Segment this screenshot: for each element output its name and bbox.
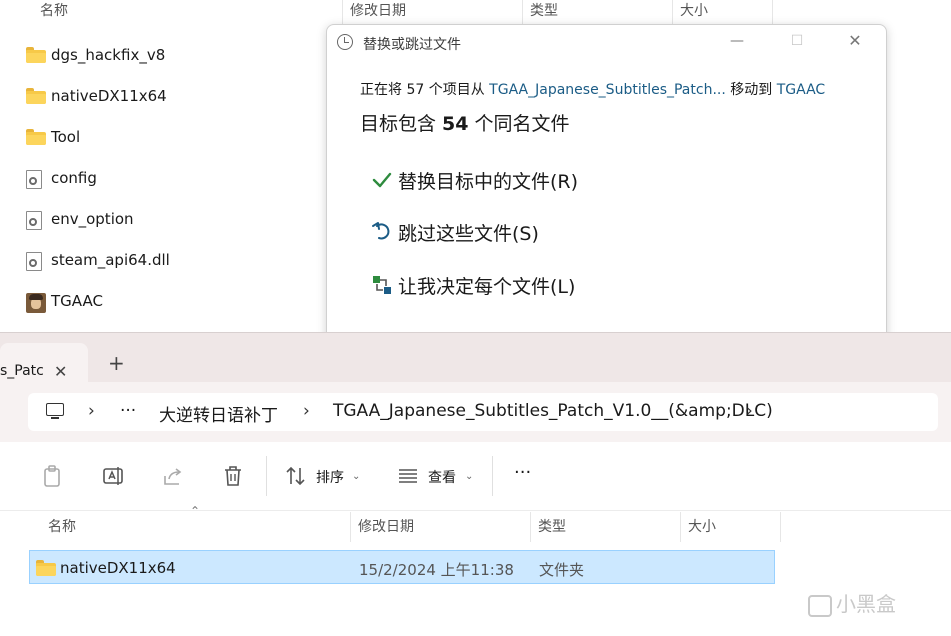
navigation-bar: › ··· 大逆转日语补丁 › TGAA_Japanese_Subtitles_… xyxy=(0,382,951,442)
conflict-count: 54 xyxy=(442,113,469,135)
column-divider[interactable] xyxy=(680,512,681,542)
settings-file-icon xyxy=(26,211,46,230)
folder-icon xyxy=(26,129,46,147)
column-divider[interactable] xyxy=(772,0,773,26)
computer-icon[interactable] xyxy=(46,403,64,419)
compare-files-icon xyxy=(373,276,391,294)
column-header-size[interactable]: 大小 xyxy=(680,0,708,26)
decide-each-file-option[interactable]: 让我决定每个文件(L) xyxy=(371,272,611,302)
app-avatar-icon xyxy=(26,293,46,313)
command-bar: 排序 ⌄ 查看 ⌄ ··· xyxy=(0,442,951,511)
minimize-button[interactable]: — xyxy=(727,31,747,51)
file-list-item[interactable]: steam_api64.dll xyxy=(0,244,320,280)
file-name: TGAAC xyxy=(51,292,103,310)
file-list-item[interactable]: dgs_hackfix_v8 xyxy=(0,39,320,75)
column-header-date[interactable]: 修改日期 xyxy=(358,516,414,536)
tab-close-icon[interactable]: ✕ xyxy=(54,362,67,381)
status-middle: 移动到 xyxy=(725,82,777,98)
rename-icon[interactable] xyxy=(101,464,125,488)
dialog-title: 替换或跳过文件 xyxy=(363,37,461,53)
row-name: nativeDX11x64 xyxy=(60,559,176,577)
sort-icon[interactable] xyxy=(284,464,308,488)
column-header-size[interactable]: 大小 xyxy=(688,516,716,536)
logo-icon xyxy=(808,594,832,617)
conflict-summary: 目标包含 54 个同名文件 xyxy=(360,109,570,136)
sort-up-icon: ⌃ xyxy=(180,0,191,8)
replace-files-option[interactable]: 替换目标中的文件(R) xyxy=(371,167,611,197)
folder-icon xyxy=(36,560,56,576)
skip-files-option[interactable]: 跳过这些文件(S) xyxy=(371,219,571,249)
replace-or-skip-dialog: 替换或跳过文件 — ☐ ✕ 正在将 57 个项目从 TGAA_Japanese_… xyxy=(326,24,887,346)
skip-option-label: 跳过这些文件(S) xyxy=(398,223,539,245)
watermark: 小黑盒 xyxy=(808,588,896,617)
delete-icon[interactable] xyxy=(221,464,245,488)
close-button[interactable]: ✕ xyxy=(845,31,865,51)
chevron-down-icon[interactable]: ⌄ xyxy=(352,471,360,482)
file-list-item[interactable]: nativeDX11x64 xyxy=(0,80,320,116)
conflict-prefix: 目标包含 xyxy=(360,113,443,135)
settings-file-icon xyxy=(26,252,46,271)
sort-button-label[interactable]: 排序 xyxy=(316,467,344,487)
column-header-date[interactable]: 修改日期 xyxy=(350,0,406,26)
row-date: 15/2/2024 上午11:38 xyxy=(359,561,514,579)
chevron-down-icon[interactable]: ⌄ xyxy=(465,471,473,482)
file-name: steam_api64.dll xyxy=(51,251,170,269)
file-name: dgs_hackfix_v8 xyxy=(51,46,166,64)
file-list-item[interactable]: env_option xyxy=(0,203,320,239)
folder-icon xyxy=(26,88,46,106)
folder-icon xyxy=(26,47,46,65)
toolbar-divider xyxy=(266,456,267,496)
column-divider[interactable] xyxy=(522,0,523,26)
tab-label: s_Patc xyxy=(0,363,44,379)
breadcrumb-item[interactable]: TGAA_Japanese_Subtitles_Patch_V1.0__(&am… xyxy=(333,401,773,421)
toolbar-divider xyxy=(492,456,493,496)
column-divider[interactable] xyxy=(342,0,343,26)
file-list-item[interactable]: Tool xyxy=(0,121,320,157)
replace-option-label: 替换目标中的文件(R) xyxy=(398,171,579,193)
file-name: env_option xyxy=(51,210,134,228)
tab-current-folder[interactable]: s_Patc ✕ xyxy=(0,343,88,383)
destination-folder-link[interactable]: TGAAC xyxy=(777,82,825,98)
tab-bar: s_Patc ✕ + xyxy=(0,332,951,383)
chevron-right-icon[interactable]: › xyxy=(303,401,310,421)
column-header-type[interactable]: 类型 xyxy=(538,516,566,536)
watermark-text: 小黑盒 xyxy=(836,592,896,616)
settings-file-icon xyxy=(26,170,46,189)
row-type: 文件夹 xyxy=(539,561,585,579)
column-divider[interactable] xyxy=(350,512,351,542)
more-options-icon[interactable]: ··· xyxy=(514,462,531,483)
column-divider[interactable] xyxy=(672,0,673,26)
file-name: Tool xyxy=(51,128,81,146)
file-list-item[interactable]: config xyxy=(0,162,320,198)
column-divider[interactable] xyxy=(780,512,781,542)
file-list-item[interactable]: TGAAC xyxy=(0,285,320,321)
share-icon[interactable] xyxy=(161,464,185,488)
breadcrumb-more[interactable]: ··· xyxy=(120,401,136,421)
view-button-label[interactable]: 查看 xyxy=(428,467,456,487)
file-name: nativeDX11x64 xyxy=(51,87,167,105)
column-header-name[interactable]: 名称 xyxy=(40,0,68,26)
new-tab-button[interactable]: + xyxy=(108,351,125,375)
column-header-name[interactable]: 名称 xyxy=(48,516,76,536)
file-name: config xyxy=(51,169,97,187)
maximize-button[interactable]: ☐ xyxy=(787,31,807,51)
table-row[interactable]: nativeDX11x64 15/2/2024 上午11:38 文件夹 xyxy=(29,550,775,584)
clock-icon xyxy=(337,34,353,50)
sort-up-icon: ⌃ xyxy=(190,504,201,518)
source-folder-link[interactable]: TGAA_Japanese_Subtitles_Patch... xyxy=(489,82,726,98)
column-divider[interactable] xyxy=(530,512,531,542)
paste-icon[interactable] xyxy=(40,464,64,488)
checkmark-icon xyxy=(372,172,392,188)
chevron-right-icon[interactable]: › xyxy=(746,401,753,421)
status-prefix: 正在将 57 个项目从 xyxy=(360,82,490,98)
undo-arrow-icon xyxy=(372,222,390,240)
column-header-type[interactable]: 类型 xyxy=(530,0,558,26)
address-bar[interactable]: › ··· 大逆转日语补丁 › TGAA_Japanese_Subtitles_… xyxy=(28,393,938,431)
conflict-suffix: 个同名文件 xyxy=(468,113,570,135)
breadcrumb-item[interactable]: 大逆转日语补丁 xyxy=(159,401,278,426)
move-status-text: 正在将 57 个项目从 TGAA_Japanese_Subtitles_Patc… xyxy=(360,79,825,99)
decide-option-label: 让我决定每个文件(L) xyxy=(398,276,576,298)
view-icon[interactable] xyxy=(396,464,420,488)
chevron-right-icon[interactable]: › xyxy=(88,401,95,421)
